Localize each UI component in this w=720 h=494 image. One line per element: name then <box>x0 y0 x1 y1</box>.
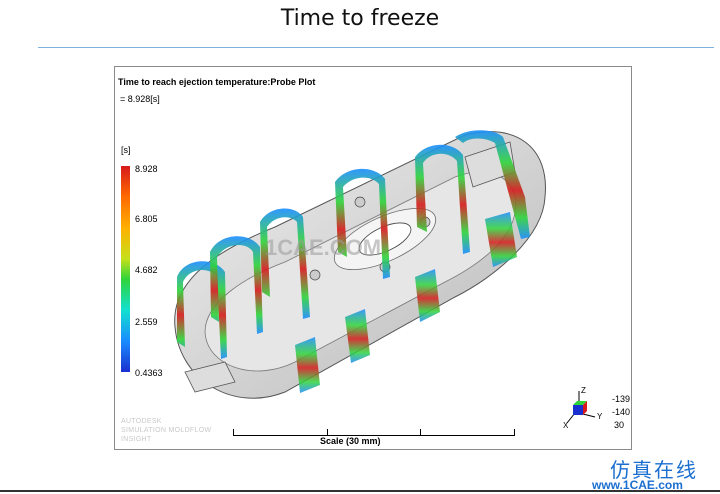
axis-z-label: Z <box>581 386 586 395</box>
scale-tick-right <box>420 429 421 435</box>
colorbar-units: [s] <box>121 145 131 155</box>
scale-tick-mid <box>327 429 328 435</box>
legend-tick-3: 4.682 <box>135 265 158 275</box>
result-plot-window[interactable]: Time to reach ejection temperature:Probe… <box>114 66 632 450</box>
vendor-watermark-1: AUTODESK <box>121 418 162 425</box>
rotation-y: -140 <box>612 407 631 417</box>
vendor-watermark-2: SIMULATION MOLDFLOW <box>121 427 212 434</box>
rotation-x: -139 <box>612 394 631 404</box>
plot-title: Time to reach ejection temperature:Probe… <box>118 77 316 87</box>
vendor-watermark-3: INSIGHT <box>121 436 152 443</box>
legend-tick-min: 0.4363 <box>135 368 163 378</box>
axis-y-label: Y <box>597 412 603 421</box>
scale-bar <box>233 429 515 436</box>
orientation-triad-icon[interactable]: Z Y X <box>563 385 609 429</box>
color-legend-bar <box>121 166 130 372</box>
bottom-divider <box>0 490 720 492</box>
legend-tick-max: 8.928 <box>135 164 158 174</box>
probe-value: = 8.928[s] <box>120 94 160 104</box>
slide-title: Time to freeze <box>280 6 440 31</box>
legend-tick-4: 2.559 <box>135 317 158 327</box>
part-model-view[interactable]: 1CAE.COM <box>165 127 565 402</box>
scale-label: Scale (30 mm) <box>320 436 381 446</box>
rotation-z: 30 <box>614 420 625 430</box>
center-watermark: 1CAE.COM <box>265 235 381 260</box>
title-divider <box>38 47 714 48</box>
legend-tick-2: 6.805 <box>135 214 158 224</box>
axis-x-label: X <box>563 421 569 429</box>
